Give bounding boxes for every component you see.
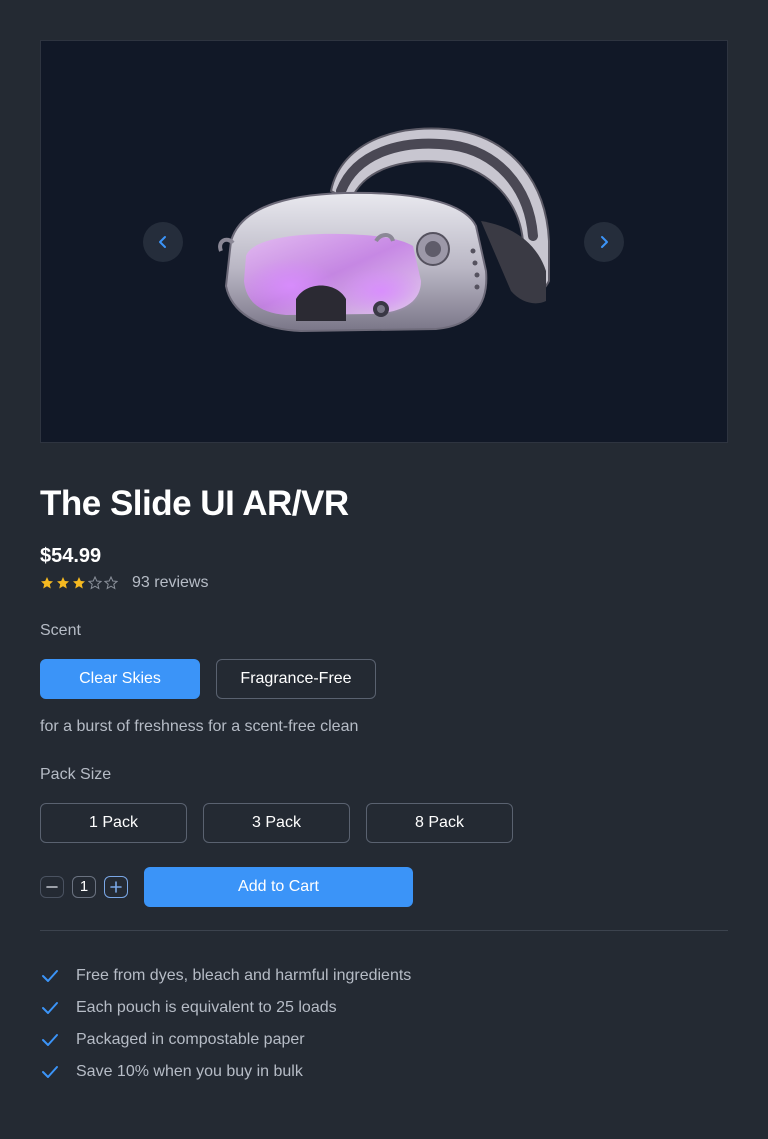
quantity-input[interactable]: 1 (72, 876, 96, 898)
divider (40, 930, 728, 931)
check-icon (42, 1066, 58, 1078)
chevron-left-icon (159, 236, 166, 248)
feature-text: Free from dyes, bleach and harmful ingre… (76, 967, 412, 984)
plus-icon (110, 881, 122, 893)
check-icon (42, 1002, 58, 1014)
pack-option-8[interactable]: 8 Pack (366, 803, 513, 843)
minus-icon (46, 886, 58, 888)
chevron-right-icon (601, 236, 608, 248)
pack-size-label: Pack Size (40, 766, 112, 783)
feature-text: Each pouch is equivalent to 25 loads (76, 999, 337, 1016)
scent-option-fragrance-free[interactable]: Fragrance-Free (216, 659, 376, 699)
product-rating: 93 reviews (40, 574, 208, 592)
star-filled-icon (73, 577, 85, 589)
feature-text: Packaged in compostable paper (76, 1031, 305, 1048)
product-title: The Slide UI AR/VR (40, 484, 349, 523)
star-rating (40, 576, 118, 590)
star-filled-icon (57, 577, 69, 589)
feature-text: Save 10% when you buy in bulk (76, 1063, 303, 1080)
gallery-prev-button[interactable] (143, 222, 183, 262)
star-empty-icon (104, 576, 118, 590)
quantity-decrease-button[interactable] (40, 876, 64, 898)
star-empty-icon (88, 576, 102, 590)
star-filled-icon (41, 577, 53, 589)
pack-option-1[interactable]: 1 Pack (40, 803, 187, 843)
check-icon (42, 970, 58, 982)
product-price: $54.99 (40, 545, 102, 567)
product-page: The Slide UI AR/VR $54.99 93 reviews Sce… (0, 0, 768, 1139)
check-icon (42, 1034, 58, 1046)
gallery-next-button[interactable] (584, 222, 624, 262)
feature-list: Free from dyes, bleach and harmful ingre… (40, 956, 411, 1092)
scent-description: for a burst of freshness for a scent-fre… (40, 718, 359, 735)
scent-label: Scent (40, 622, 81, 639)
add-to-cart-button[interactable]: Add to Cart (144, 867, 413, 907)
pack-option-3[interactable]: 3 Pack (203, 803, 350, 843)
feature-item: Save 10% when you buy in bulk (40, 1052, 411, 1092)
product-gallery (40, 40, 728, 443)
quantity-increase-button[interactable] (104, 876, 128, 898)
scent-option-clear-skies[interactable]: Clear Skies (40, 659, 200, 699)
review-count[interactable]: 93 reviews (132, 574, 208, 592)
